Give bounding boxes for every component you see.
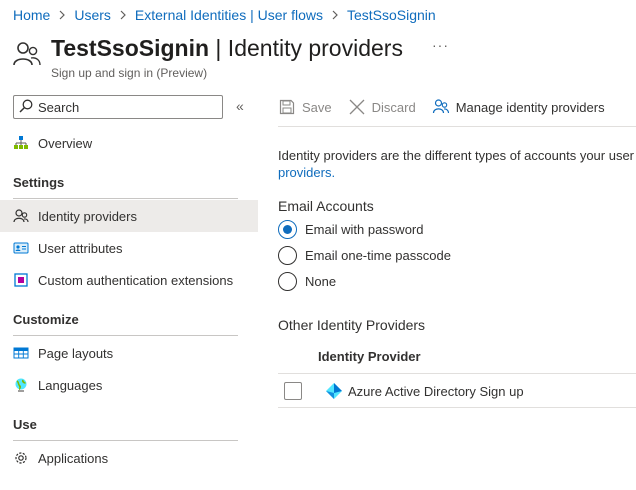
radio-none[interactable]: None xyxy=(278,272,336,291)
page-header: TestSsoSignin | Identity providers Sign … xyxy=(12,33,632,83)
manage-identity-providers-button[interactable]: Manage identity providers xyxy=(432,98,605,116)
email-accounts-title: Email Accounts xyxy=(278,198,374,214)
page-subtitle: Sign up and sign in (Preview) xyxy=(51,66,208,80)
radio-email-with-password[interactable]: Email with password xyxy=(278,220,424,239)
search-box[interactable] xyxy=(13,95,223,119)
row-checkbox[interactable] xyxy=(284,382,302,400)
discard-button[interactable]: Discard xyxy=(348,98,416,116)
sidebar-item-languages[interactable]: Languages xyxy=(0,369,258,401)
chevron-right-icon xyxy=(331,10,339,20)
page-title-strong: TestSsoSignin xyxy=(51,35,210,61)
table-row[interactable]: Azure Active Directory Sign up xyxy=(278,375,636,407)
sidebar-item-page-layouts[interactable]: Page layouts xyxy=(0,337,258,369)
sidebar-item-overview[interactable]: Overview xyxy=(0,127,258,159)
radio-button[interactable] xyxy=(278,272,297,291)
column-header-identity-provider[interactable]: Identity Provider xyxy=(318,349,421,364)
divider xyxy=(13,198,238,199)
save-button[interactable]: Save xyxy=(278,98,332,116)
people-icon xyxy=(13,208,29,224)
globe-icon xyxy=(13,377,29,393)
extension-icon xyxy=(13,272,29,288)
more-actions-button[interactable]: ··· xyxy=(432,37,449,53)
save-label: Save xyxy=(302,99,332,115)
main-content: Identity providers are the different typ… xyxy=(278,147,636,408)
description-link[interactable]: providers. xyxy=(278,165,335,180)
divider xyxy=(13,335,238,336)
gear-icon xyxy=(13,450,29,466)
sidebar-item-label: Custom authentication extensions xyxy=(38,272,234,288)
table-divider xyxy=(278,373,636,374)
sidebar-item-label: Identity providers xyxy=(38,208,137,224)
section-title-use: Use xyxy=(13,417,37,432)
chevron-right-icon xyxy=(58,10,66,20)
section-title-settings: Settings xyxy=(13,175,65,190)
sidebar-item-user-attributes[interactable]: User attributes xyxy=(0,232,258,264)
toolbar: Save Discard Manage identity providers xyxy=(278,95,636,119)
radio-label: Email with password xyxy=(305,222,424,237)
breadcrumb-users[interactable]: Users xyxy=(74,7,111,23)
sidebar-item-applications[interactable]: Applications xyxy=(0,442,258,474)
search-icon xyxy=(19,99,33,116)
breadcrumb-user-flows[interactable]: External Identities | User flows xyxy=(135,7,323,23)
page-layouts-icon xyxy=(13,345,29,361)
toolbar-divider xyxy=(278,126,636,127)
breadcrumb-home[interactable]: Home xyxy=(13,7,50,23)
description: Identity providers are the different typ… xyxy=(278,147,636,181)
chevron-right-icon xyxy=(119,10,127,20)
breadcrumb: Home Users External Identities | User fl… xyxy=(13,7,436,23)
sidebar-item-label: Page layouts xyxy=(38,345,114,361)
people-icon xyxy=(432,98,450,116)
save-icon xyxy=(278,98,296,116)
discard-label: Discard xyxy=(371,99,416,115)
manage-identity-providers-label: Manage identity providers xyxy=(455,99,605,115)
sidebar-item-label: Applications xyxy=(38,450,109,466)
sidebar-item-label: Languages xyxy=(38,377,103,393)
radio-label: Email one-time passcode xyxy=(305,248,451,263)
sidebar-item-identity-providers[interactable]: Identity providers xyxy=(0,200,258,232)
page-title: TestSsoSignin | Identity providers xyxy=(51,35,403,62)
people-icon xyxy=(12,39,42,69)
description-text: Identity providers are the different typ… xyxy=(278,148,635,163)
radio-button[interactable] xyxy=(278,246,297,265)
user-attributes-icon xyxy=(13,240,29,256)
sidebar-item-label: User attributes xyxy=(38,240,123,256)
overview-icon xyxy=(13,135,29,151)
sidebar-item-label: Overview xyxy=(38,135,93,151)
divider xyxy=(13,440,238,441)
sidebar-item-custom-authentication-extensions[interactable]: Custom authentication extensions xyxy=(0,264,258,296)
azure-ad-icon xyxy=(325,382,343,400)
page-title-rest: | Identity providers xyxy=(209,35,403,61)
breadcrumb-testssosignin[interactable]: TestSsoSignin xyxy=(347,7,436,23)
row-label: Azure Active Directory Sign up xyxy=(348,383,524,399)
radio-button-checked[interactable] xyxy=(278,220,297,239)
search-input[interactable] xyxy=(38,99,208,115)
other-identity-providers-title: Other Identity Providers xyxy=(278,317,426,333)
section-title-customize: Customize xyxy=(13,312,79,327)
table-divider xyxy=(278,407,636,408)
radio-email-one-time-passcode[interactable]: Email one-time passcode xyxy=(278,246,451,265)
close-icon xyxy=(348,98,366,116)
radio-label: None xyxy=(305,274,337,289)
collapse-sidebar-button[interactable]: « xyxy=(236,98,244,114)
